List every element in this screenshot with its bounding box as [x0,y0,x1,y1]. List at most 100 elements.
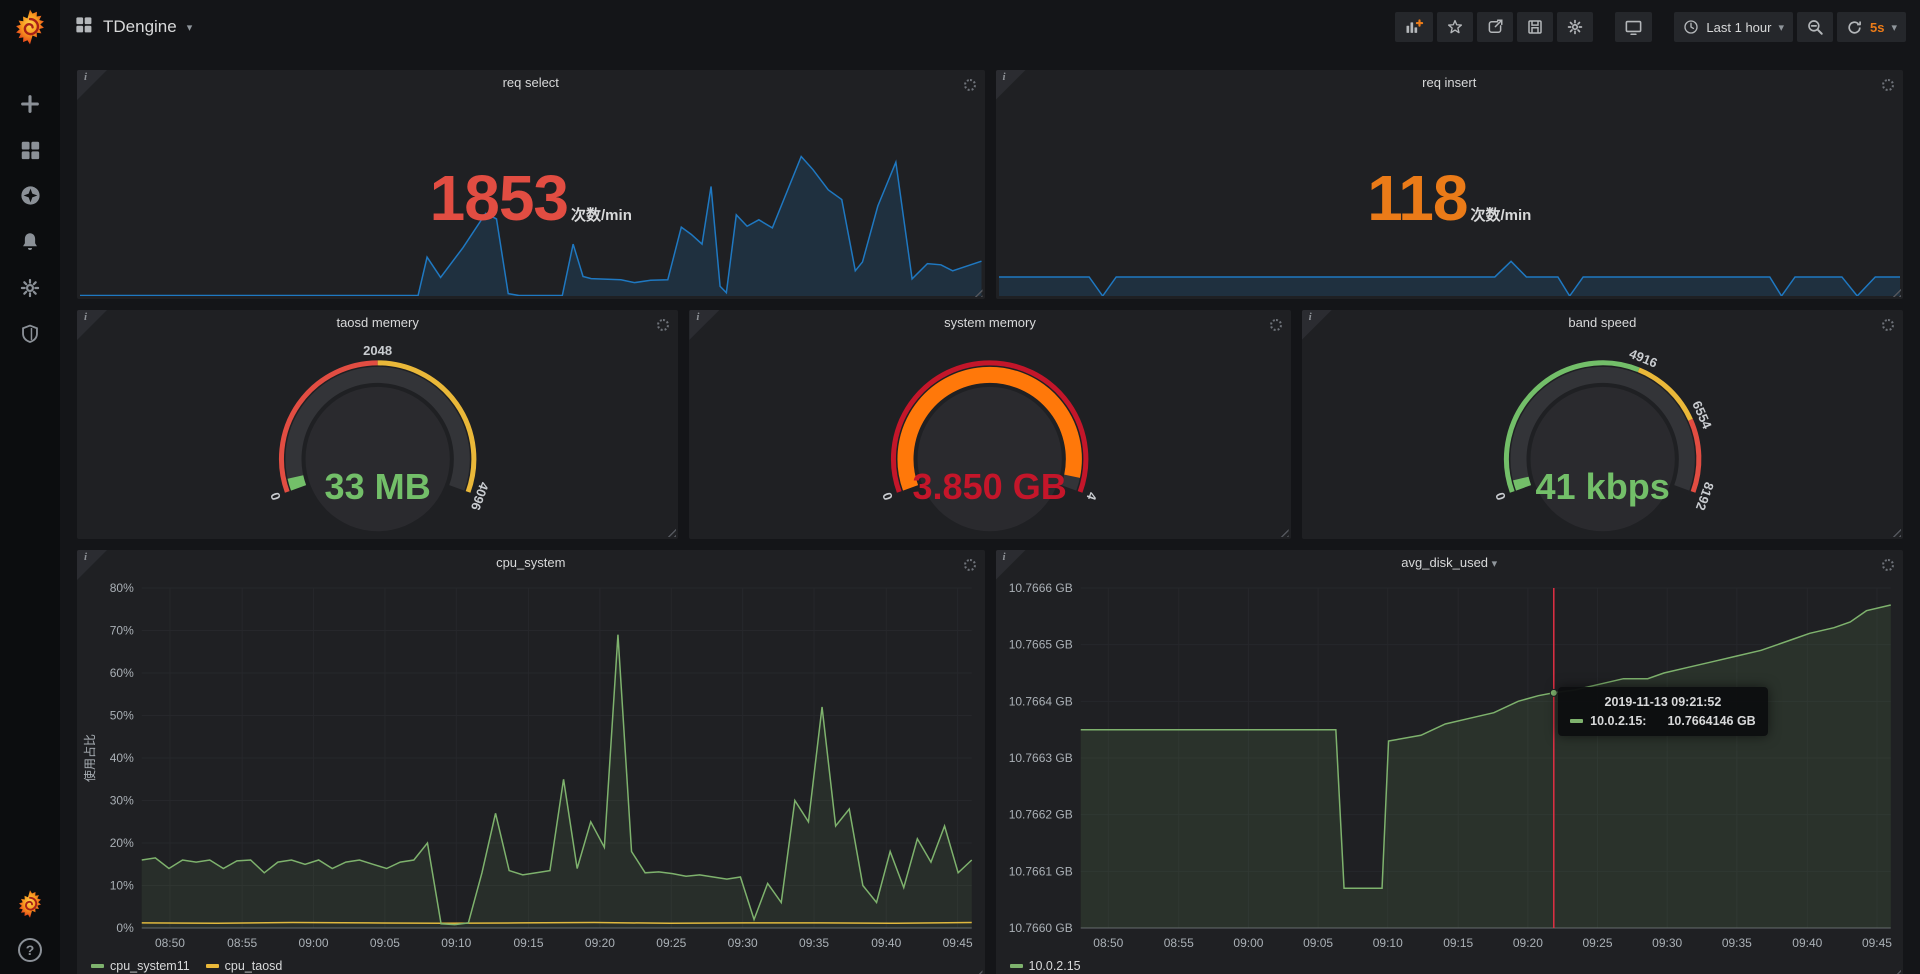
svg-text:09:45: 09:45 [943,936,973,950]
zoom-out-button[interactable] [1797,12,1833,42]
info-icon[interactable]: i [689,310,719,340]
panel-title[interactable]: req select [77,70,985,98]
chart-legend: 10.0.2.15 [996,954,1904,974]
singlestat-value: 1853次数/min [77,166,985,230]
svg-text:0: 0 [1492,490,1509,502]
dashboard-grid: i req select 1853次数/min i req insert 118… [60,54,1920,974]
svg-text:4: 4 [1084,490,1101,503]
tooltip-timestamp: 2019-11-13 09:21:52 [1570,695,1756,709]
svg-text:0: 0 [267,490,284,502]
user-avatar[interactable] [15,889,45,924]
time-range-picker[interactable]: Last 1 hour ▾ [1674,12,1793,42]
save-button[interactable] [1517,12,1553,42]
loading-spinner-icon [1882,319,1894,331]
panel-req-select: i req select 1853次数/min [77,70,985,299]
svg-text:10%: 10% [110,879,134,893]
legend-item-cpu-system11[interactable]: cpu_system11 [91,959,190,973]
svg-text:10.7661 GB: 10.7661 GB [1008,864,1072,878]
panel-title[interactable]: avg_disk_used ▾ [996,550,1904,578]
svg-text:09:25: 09:25 [1582,936,1612,950]
chart-legend: cpu_system11 cpu_taosd [77,954,985,974]
panel-title[interactable]: system memory [689,310,1290,338]
stat-unit: 次数/min [1470,204,1531,225]
svg-text:09:40: 09:40 [871,936,901,950]
refresh-interval-label: 5s [1870,20,1884,35]
left-sidebar: ? [0,0,60,974]
refresh-icon [1846,19,1863,36]
sidebar-menu [18,94,42,348]
svg-text:08:50: 08:50 [1093,936,1123,950]
info-icon[interactable]: i [77,550,107,580]
stat-number: 1853 [430,166,568,230]
info-icon[interactable]: i [1302,310,1332,340]
sidebar-alerting-button[interactable] [18,232,42,256]
share-icon [1486,18,1504,36]
svg-text:10.7662 GB: 10.7662 GB [1008,808,1072,822]
grafana-logo[interactable] [3,0,57,54]
tooltip-series-swatch [1570,719,1583,723]
panel-menu-caret-icon[interactable]: ▾ [1492,558,1498,570]
svg-text:09:00: 09:00 [1233,936,1263,950]
svg-text:70%: 70% [110,624,134,638]
info-icon[interactable]: i [77,310,107,340]
cpu-chart-area: 0%10%20%30%40%50%60%70%80%08:5008:5509:0… [77,578,985,954]
clock-icon [1683,19,1699,35]
svg-text:41 kbps: 41 kbps [1535,466,1669,507]
info-icon[interactable]: i [77,70,107,100]
info-icon[interactable]: i [996,70,1026,100]
svg-text:09:35: 09:35 [1721,936,1751,950]
chevron-down-icon: ▾ [1891,21,1897,34]
svg-text:3.850 GB: 3.850 GB [913,466,1067,507]
svg-text:09:15: 09:15 [1443,936,1473,950]
svg-text:10.7665 GB: 10.7665 GB [1008,638,1072,652]
dashboards-grid-icon [19,139,41,166]
svg-text:0%: 0% [116,921,134,935]
panel-title[interactable]: cpu_system [77,550,985,578]
star-button[interactable] [1437,12,1473,42]
chevron-down-icon[interactable]: ▾ [187,21,193,34]
dashboard-title[interactable]: TDengine [103,17,177,37]
svg-text:30%: 30% [110,794,134,808]
legend-swatch [1010,964,1023,968]
avg-disk-used-chart: 10.7660 GB10.7661 GB10.7662 GB10.7663 GB… [996,578,1904,954]
loading-spinner-icon [964,79,976,91]
panel-avg-disk-used: i avg_disk_used ▾ 10.7660 GB10.7661 GB10… [996,550,1904,974]
singlestat-value: 118次数/min [996,166,1904,230]
svg-text:10.7664 GB: 10.7664 GB [1008,694,1072,708]
shield-icon [19,323,41,350]
svg-text:09:05: 09:05 [370,936,400,950]
panel-title[interactable]: taosd memery [77,310,678,338]
zoom-out-icon [1806,18,1824,36]
panel-title[interactable]: band speed [1302,310,1903,338]
svg-text:09:15: 09:15 [514,936,544,950]
sidebar-server-admin-button[interactable] [18,324,42,348]
info-icon[interactable]: i [996,550,1026,580]
svg-text:08:55: 08:55 [227,936,257,950]
svg-text:09:30: 09:30 [728,936,758,950]
refresh-button[interactable]: 5s ▾ [1837,12,1906,42]
panel-title[interactable]: req insert [996,70,1904,98]
svg-text:09:25: 09:25 [656,936,686,950]
tv-mode-button[interactable] [1615,12,1652,42]
sidebar-create-button[interactable] [18,94,42,118]
dashboard-grid-icon[interactable] [74,15,93,39]
sidebar-dashboards-button[interactable] [18,140,42,164]
add-panel-button[interactable] [1395,12,1433,42]
svg-text:40%: 40% [110,751,134,765]
sidebar-configuration-button[interactable] [18,278,42,302]
chart-tooltip: 2019-11-13 09:21:52 10.0.2.15: 10.766414… [1558,687,1768,736]
chevron-down-icon: ▾ [1778,21,1784,34]
help-button[interactable]: ? [18,938,42,962]
svg-text:0: 0 [880,490,897,502]
breadcrumb: TDengine ▾ [74,15,192,39]
settings-button[interactable] [1557,12,1593,42]
disk-chart-area: 10.7660 GB10.7661 GB10.7662 GB10.7663 GB… [996,578,1904,954]
sidebar-explore-button[interactable] [18,186,42,210]
system-memory-gauge: 0 4 3.850 GB [689,338,1290,534]
gear-icon [1566,18,1584,36]
legend-item-10-0-2-15[interactable]: 10.0.2.15 [1010,959,1081,973]
svg-text:09:10: 09:10 [1372,936,1402,950]
legend-item-cpu-taosd[interactable]: cpu_taosd [206,959,283,973]
share-button[interactable] [1477,12,1513,42]
svg-text:33 MB: 33 MB [325,466,431,507]
